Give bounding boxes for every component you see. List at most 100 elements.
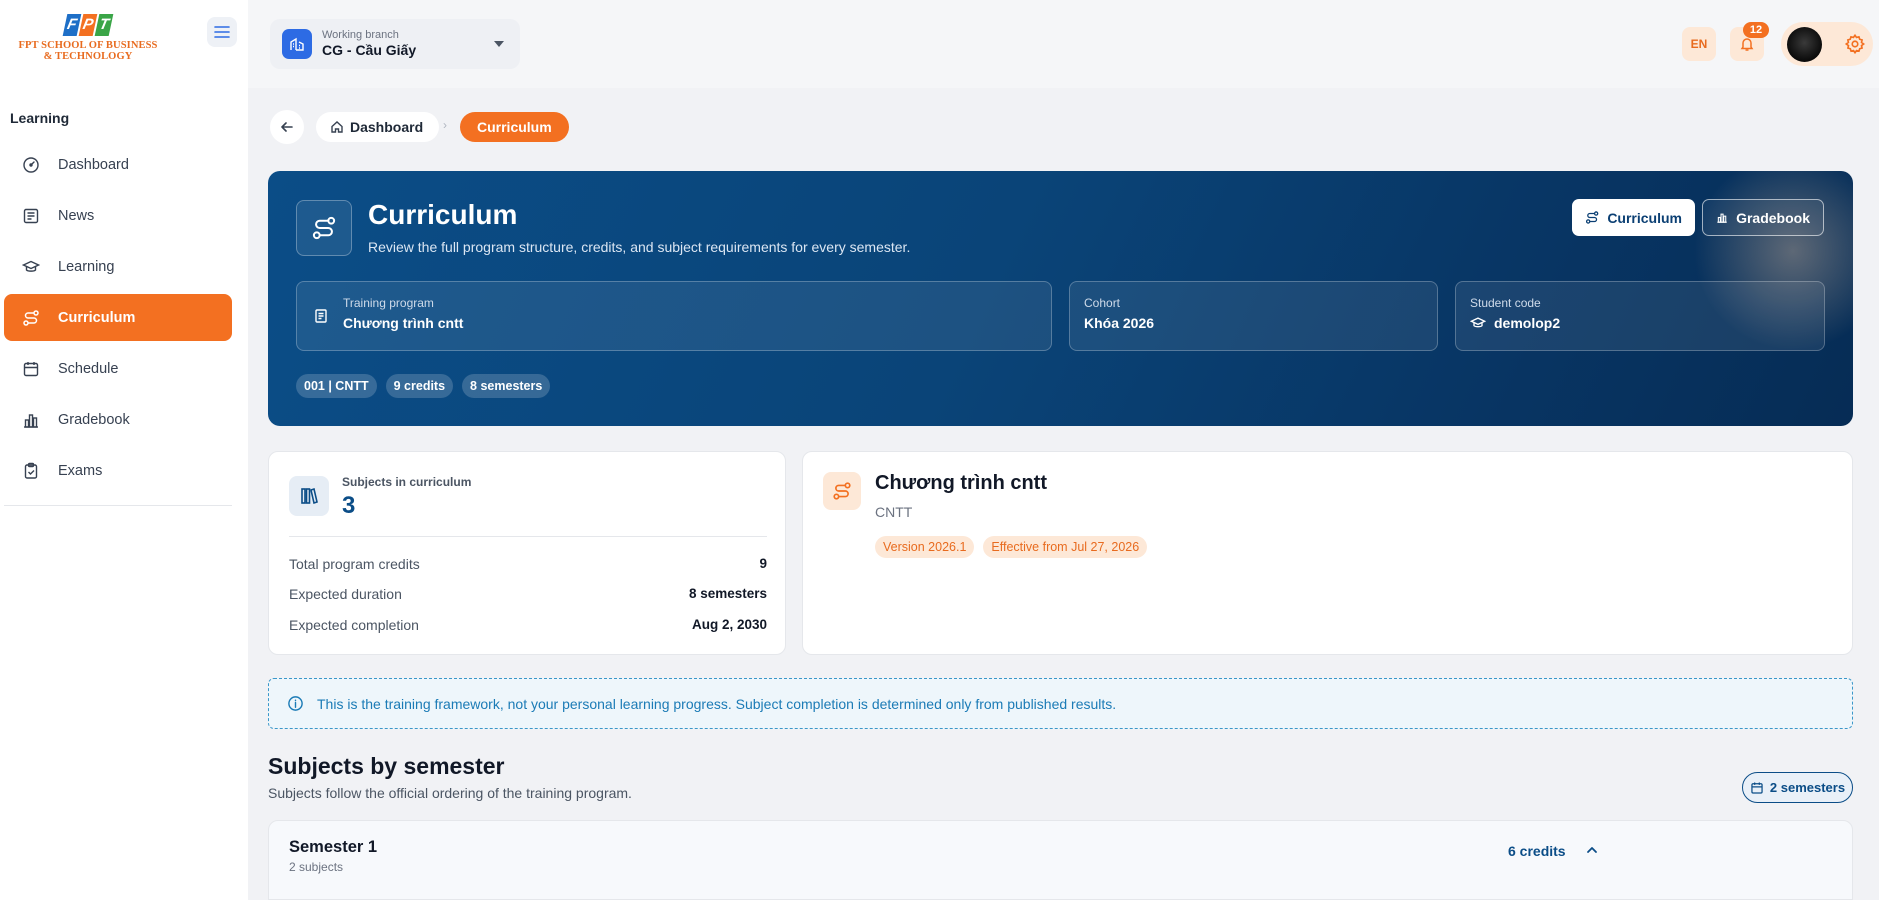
stat-value: Aug 2, 2030 xyxy=(691,617,767,632)
newspaper-icon xyxy=(23,208,39,223)
route-icon xyxy=(823,472,861,510)
menu-toggle-button[interactable] xyxy=(207,17,237,47)
sidebar-item-news[interactable]: News xyxy=(4,192,232,239)
section-subtitle: Subjects follow the official ordering of… xyxy=(268,785,632,801)
page-title: Curriculum xyxy=(368,199,518,230)
program-title: Chương trình cntt xyxy=(875,472,1048,494)
section-title: Subjects by semester xyxy=(268,753,505,779)
student-code-label: Student code xyxy=(1470,296,1541,310)
semesters-chip: 8 semesters xyxy=(462,374,551,398)
semester-subject-count: 2 subjects xyxy=(289,860,344,874)
curriculum-hero: Curriculum Review the full program struc… xyxy=(268,171,1853,426)
route-icon xyxy=(296,200,352,256)
info-notice: This is the training framework, not your… xyxy=(268,678,1853,729)
stat-row-total-credits: Total program credits 9 xyxy=(289,556,767,572)
branch-value: CG - Cầu Giấy xyxy=(322,42,417,58)
cohort-value: Khóa 2026 xyxy=(1084,315,1155,331)
program-chips: 001 | CNTT 9 credits 8 semesters xyxy=(296,374,551,398)
divider xyxy=(289,536,767,537)
sidebar-item-gradebook[interactable]: Gradebook xyxy=(4,396,232,443)
stat-row-duration: Expected duration 8 semesters xyxy=(289,586,767,602)
bar-chart-icon xyxy=(24,413,38,428)
route-icon xyxy=(23,309,39,326)
route-icon xyxy=(1585,211,1599,224)
student-code-value: demolop2 xyxy=(1494,315,1561,331)
book-icon xyxy=(315,309,327,323)
sidebar-item-label: Gradebook xyxy=(58,411,130,428)
gradebook-button-label: Gradebook xyxy=(1736,209,1810,226)
student-code-card: Student code demolop2 xyxy=(1455,281,1825,351)
gauge-icon xyxy=(23,156,39,173)
sidebar-item-label: Dashboard xyxy=(58,156,129,173)
program-tags: Version 2026.1 Effective from Jul 27, 20… xyxy=(875,536,1148,558)
sidebar-divider xyxy=(4,505,232,506)
stat-value: 9 xyxy=(759,556,767,571)
training-program-value: Chương trình cntt xyxy=(343,315,464,331)
graduation-cap-icon xyxy=(1470,317,1486,328)
semester-credits: 6 credits xyxy=(1508,843,1566,859)
info-icon xyxy=(288,696,303,711)
breadcrumb-dashboard[interactable]: Dashboard xyxy=(316,112,440,142)
stat-label: Expected completion xyxy=(289,617,419,633)
stat-row-completion: Expected completion Aug 2, 2030 xyxy=(289,617,767,633)
sidebar-item-dashboard[interactable]: Dashboard xyxy=(4,141,232,188)
chevron-up-icon[interactable] xyxy=(1585,843,1599,857)
semester-panel[interactable]: Semester 1 2 subjects 6 credits xyxy=(268,820,1853,900)
stat-value: 8 semesters xyxy=(688,586,767,601)
logo-text-line2: & TECHNOLOGY xyxy=(43,51,133,62)
semester-count-label: 2 semesters xyxy=(1769,780,1846,795)
sidebar-item-learning[interactable]: Learning xyxy=(4,243,232,290)
effective-date-tag: Effective from Jul 27, 2026 xyxy=(983,536,1148,558)
semester-title: Semester 1 xyxy=(289,838,378,856)
calendar-icon xyxy=(23,361,39,376)
cohort-card: Cohort Khóa 2026 xyxy=(1069,281,1438,351)
bell-icon xyxy=(1740,38,1754,51)
branch-label: Working branch xyxy=(322,29,399,41)
stat-label: Expected duration xyxy=(289,586,402,602)
back-button[interactable] xyxy=(270,110,304,144)
sidebar-nav: Dashboard News Learning Curriculum Sched… xyxy=(4,141,232,498)
subjects-count-label: Subjects in curriculum xyxy=(342,475,472,489)
sidebar-item-schedule[interactable]: Schedule xyxy=(4,345,232,392)
gear-icon[interactable] xyxy=(1844,33,1866,55)
school-logo[interactable]: F P T FPT SCHOOL OF BUSINESS & TECHNOLOG… xyxy=(10,14,166,62)
cohort-label: Cohort xyxy=(1084,296,1121,310)
info-notice-text: This is the training framework, not your… xyxy=(317,695,1117,712)
sidebar-item-label: Learning xyxy=(58,258,115,275)
version-tag: Version 2026.1 xyxy=(875,536,975,558)
bar-chart-icon xyxy=(1717,213,1727,223)
arrow-left-icon xyxy=(281,122,293,132)
breadcrumb-home-label: Dashboard xyxy=(350,119,424,135)
notification-badge: 12 xyxy=(1743,22,1769,38)
breadcrumb-separator: › xyxy=(443,118,447,132)
credits-chip: 9 credits xyxy=(385,374,454,398)
branch-selector[interactable]: Working branch CG - Cầu Giấy xyxy=(270,19,520,69)
avatar[interactable] xyxy=(1787,27,1822,62)
curriculum-button[interactable]: Curriculum xyxy=(1572,199,1695,236)
calendar-icon xyxy=(1751,782,1763,794)
topbar: Working branch CG - Cầu Giấy EN 12 xyxy=(248,0,1879,88)
sidebar-item-curriculum[interactable]: Curriculum xyxy=(4,294,232,341)
curriculum-button-label: Curriculum xyxy=(1607,209,1682,226)
program-card: Chương trình cntt CNTT Version 2026.1 Ef… xyxy=(802,451,1853,655)
curriculum-stats-card: Subjects in curriculum 3 Total program c… xyxy=(268,451,786,655)
home-icon xyxy=(331,121,343,133)
page-subtitle: Review the full program structure, credi… xyxy=(368,239,911,255)
subjects-count-value: 3 xyxy=(342,492,356,519)
sidebar: F P T FPT SCHOOL OF BUSINESS & TECHNOLOG… xyxy=(0,0,248,900)
program-code-chip: 001 | CNTT xyxy=(296,374,377,398)
training-program-card: Training program Chương trình cntt xyxy=(296,281,1052,351)
sidebar-item-label: Curriculum xyxy=(58,309,136,326)
chevron-down-icon xyxy=(494,41,504,47)
stat-label: Total program credits xyxy=(289,556,420,572)
language-button[interactable]: EN xyxy=(1682,27,1716,61)
sidebar-item-label: Exams xyxy=(58,462,103,479)
sidebar-item-label: News xyxy=(58,207,95,224)
gradebook-button[interactable]: Gradebook xyxy=(1702,199,1824,236)
clipboard-check-icon xyxy=(24,462,38,479)
graduation-cap-icon xyxy=(22,260,40,272)
sidebar-item-exams[interactable]: Exams xyxy=(4,447,232,494)
logo-text-line1: FPT SCHOOL OF BUSINESS xyxy=(18,40,158,51)
training-program-label: Training program xyxy=(343,296,434,310)
sidebar-section-label: Learning xyxy=(10,110,70,126)
